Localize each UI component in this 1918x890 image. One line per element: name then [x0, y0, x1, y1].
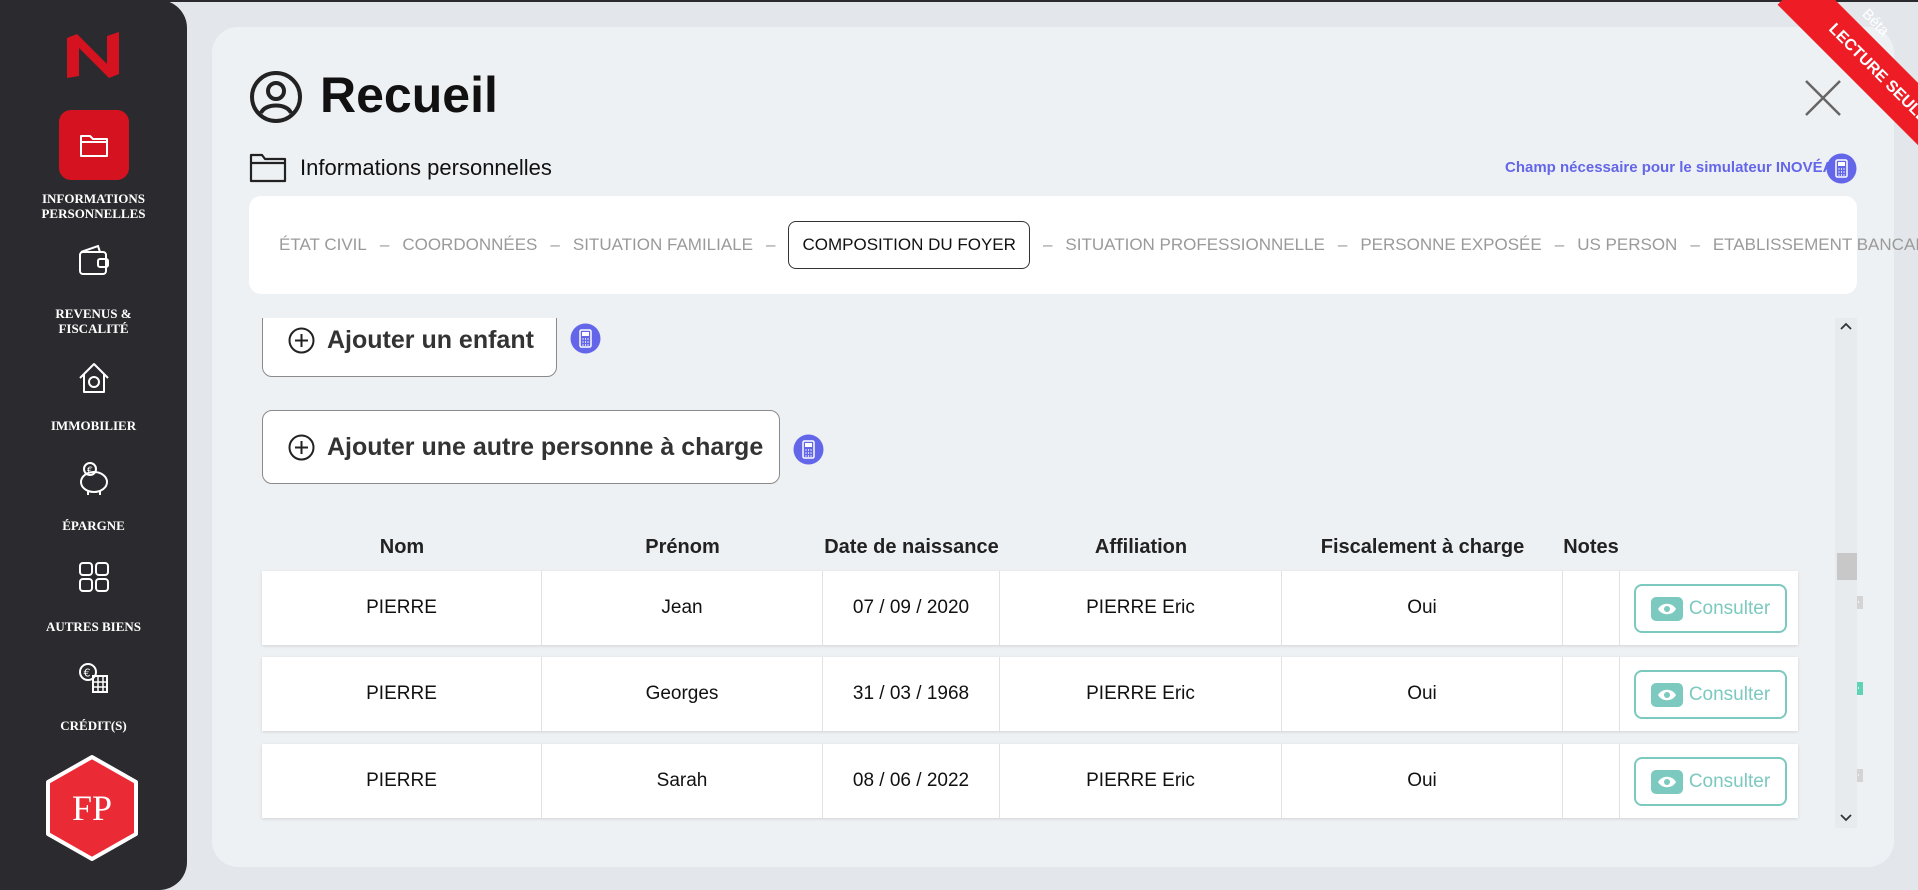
- tab-separator: –: [379, 235, 390, 254]
- cell-affiliation: PIERRE Eric: [1000, 657, 1282, 731]
- consult-button[interactable]: Consulter: [1634, 757, 1787, 806]
- column-header-fiscalement: Fiscalement à charge: [1320, 536, 1525, 558]
- consult-label: Consulter: [1688, 770, 1771, 792]
- tab-bar: ÉTAT CIVIL – COORDONNÉES – SITUATION FAM…: [249, 196, 1918, 294]
- tab-separator: –: [1337, 235, 1348, 254]
- tab-us-person[interactable]: US PERSON: [1577, 235, 1677, 255]
- svg-text:€: €: [87, 466, 93, 476]
- cell-prenom: Georges: [542, 657, 823, 731]
- column-header-date-naissance: Date de naissance: [824, 536, 999, 558]
- cell-notes: [1563, 657, 1620, 731]
- grid-icon: [78, 562, 109, 592]
- calculator-icon: [570, 323, 601, 354]
- tab-situation-professionnelle[interactable]: SITUATION PROFESSIONNELLE: [1065, 235, 1324, 255]
- brand-logo[interactable]: [63, 30, 123, 80]
- cell-prenom: Jean: [542, 571, 823, 645]
- svg-text:€: €: [83, 667, 90, 680]
- sidebar-item-label: FISCALITÉ: [58, 321, 129, 336]
- tab-separator: –: [550, 235, 560, 254]
- tab-separator: –: [766, 235, 776, 254]
- cell-fiscal: Oui: [1282, 657, 1563, 731]
- cell-nom: PIERRE: [262, 744, 542, 818]
- piggy-bank-icon: €: [79, 462, 108, 495]
- add-child-label: Ajouter un enfant: [327, 325, 534, 354]
- tab-personne-exposee[interactable]: PERSONNE EXPOSÉE: [1360, 235, 1541, 255]
- column-header-affiliation: Affiliation: [1094, 536, 1188, 558]
- eye-icon: [1650, 682, 1683, 707]
- sidebar-item-label: CRÉDIT(S): [60, 718, 127, 733]
- sidebar-item-immobilier[interactable]: IMMOBILIER: [0, 356, 187, 433]
- cell-date: 31 / 03 / 1968: [823, 657, 1000, 731]
- sidebar-item-label: INFORMATIONS: [41, 191, 146, 206]
- page-title: Recueil: [320, 67, 498, 123]
- consult-label: Consulter: [1688, 597, 1771, 619]
- avatar-initials: FP: [71, 788, 113, 828]
- tab-situation-familiale[interactable]: SITUATION FAMILIALE: [573, 235, 753, 255]
- sidebar-item-label: PERSONNELLES: [41, 206, 146, 221]
- column-header-nom: Nom: [379, 536, 425, 558]
- consult-button[interactable]: Consulter: [1634, 584, 1787, 633]
- sidebar-item-label: REVENUS &: [55, 306, 132, 321]
- plus-circle-icon: [288, 434, 315, 460]
- eye-icon: [1650, 769, 1683, 794]
- cell-fiscal: Oui: [1282, 571, 1563, 645]
- plus-circle-icon: [288, 327, 315, 353]
- wallet-icon: [78, 244, 109, 275]
- add-dependent-button[interactable]: Ajouter une autre personne à charge: [262, 410, 780, 484]
- ribbon-label: LECTURE SEULE: [1777, 0, 1918, 170]
- eye-icon: [1650, 596, 1683, 621]
- add-child-button[interactable]: Ajouter un enfant: [262, 318, 557, 377]
- user-circle-icon: [250, 71, 302, 123]
- tab-separator: –: [1554, 235, 1565, 254]
- sidebar-item-credits[interactable]: € CRÉDIT(S): [0, 656, 187, 733]
- sidebar-item-epargne[interactable]: € ÉPARGNE: [0, 456, 187, 533]
- scrollbar-thumb[interactable]: [1837, 553, 1857, 580]
- cell-nom: PIERRE: [262, 657, 542, 731]
- sidebar-item-label: ÉPARGNE: [62, 518, 125, 533]
- cell-notes: [1563, 744, 1620, 818]
- folder-icon: [249, 153, 287, 183]
- tab-coordonnees[interactable]: COORDONNÉES: [402, 235, 537, 255]
- cell-date: 07 / 09 / 2020: [823, 571, 1000, 645]
- column-header-prenom: Prénom: [645, 536, 720, 558]
- sidebar: INFORMATIONS PERSONNELLES REVENUS & FISC…: [0, 0, 187, 890]
- table-row: PIERRE Jean 07 / 09 / 2020 PIERRE Eric O…: [262, 571, 1863, 645]
- sidebar-item-revenus[interactable]: REVENUS & FISCALITÉ: [0, 240, 187, 336]
- table-row: PIERRE Georges 31 / 03 / 1968 PIERRE Eri…: [262, 657, 1863, 731]
- cell-affiliation: PIERRE Eric: [1000, 571, 1282, 645]
- consult-label: Consulter: [1688, 683, 1771, 705]
- house-icon: [78, 363, 109, 393]
- user-avatar[interactable]: FP: [40, 753, 144, 863]
- cell-prenom: Sarah: [542, 744, 823, 818]
- sidebar-item-active-box[interactable]: [58, 110, 129, 180]
- consult-button[interactable]: Consulter: [1634, 670, 1787, 719]
- column-header-notes: Notes: [1563, 536, 1619, 558]
- sidebar-item-informations-personnelles[interactable]: INFORMATIONS PERSONNELLES: [0, 110, 187, 221]
- top-border: [0, 0, 1918, 2]
- euro-calculator-icon: €: [78, 663, 108, 693]
- tab-separator: –: [1690, 235, 1700, 254]
- cell-affiliation: PIERRE Eric: [1000, 744, 1282, 818]
- cell-fiscal: Oui: [1282, 744, 1563, 818]
- calculator-icon: [793, 434, 824, 465]
- table-row: PIERRE Sarah 08 / 06 / 2022 PIERRE Eric …: [262, 744, 1863, 818]
- tab-composition-du-foyer[interactable]: COMPOSITION DU FOYER: [788, 221, 1030, 269]
- chevron-up-icon[interactable]: [1838, 318, 1854, 334]
- cell-notes: [1563, 571, 1620, 645]
- tab-separator: –: [1042, 235, 1053, 254]
- sidebar-item-autres-biens[interactable]: AUTRES BIENS: [0, 555, 187, 634]
- tab-etat-civil[interactable]: ÉTAT CIVIL: [279, 235, 367, 255]
- cell-date: 08 / 06 / 2022: [823, 744, 1000, 818]
- cell-nom: PIERRE: [262, 571, 542, 645]
- read-only-ribbon: LECTURE SEULE: [1748, 0, 1918, 170]
- add-dependent-label: Ajouter une autre personne à charge: [327, 432, 764, 461]
- section-title: Informations personnelles: [300, 155, 552, 180]
- sidebar-item-label: AUTRES BIENS: [45, 619, 141, 634]
- tab-etablissement-bancaire[interactable]: ETABLISSEMENT BANCAIRE: [1713, 235, 1918, 255]
- sidebar-item-label: IMMOBILIER: [50, 418, 137, 433]
- folder-icon: [79, 135, 108, 157]
- chevron-down-icon[interactable]: [1838, 810, 1854, 826]
